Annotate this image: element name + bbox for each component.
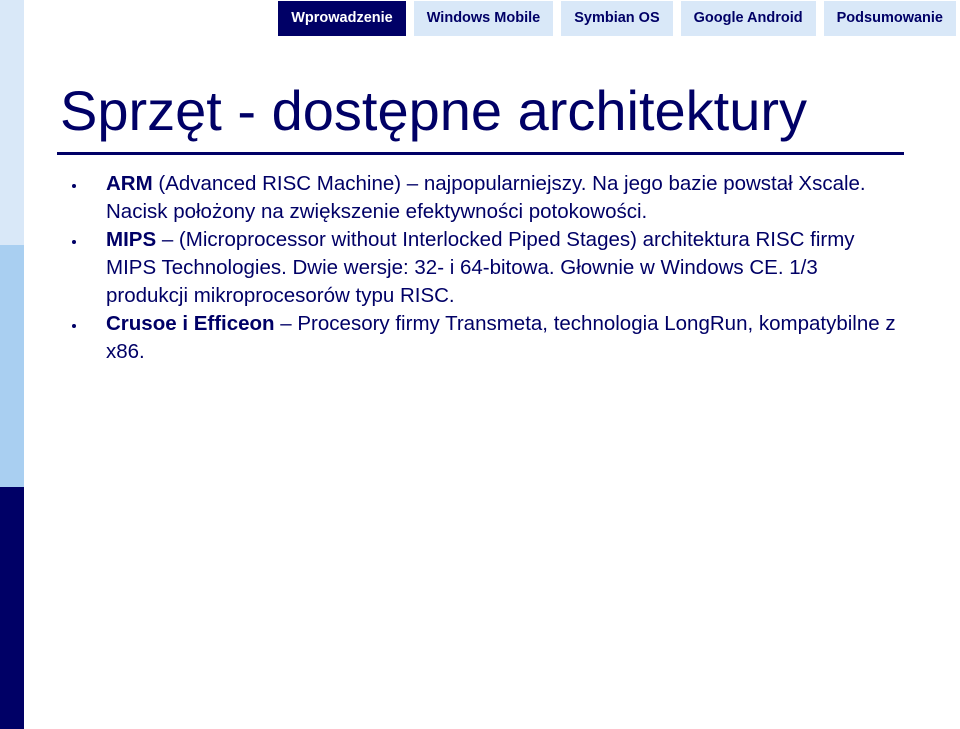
- tab-symbian-os[interactable]: Symbian OS: [561, 1, 673, 36]
- bullet-text: – (Microprocessor without Interlocked Pi…: [106, 228, 855, 307]
- tab-google-android[interactable]: Google Android: [680, 1, 816, 36]
- left-bar-mid-segment: [0, 245, 24, 487]
- left-bar-dark-segment: [0, 487, 24, 729]
- left-bar-pale-segment: [0, 0, 24, 245]
- bullet-list: ARM (Advanced RISC Machine) – najpopular…: [72, 170, 896, 366]
- tab-windows-mobile[interactable]: Windows Mobile: [413, 1, 554, 36]
- title-underline: [57, 152, 904, 155]
- tab-podsumowanie[interactable]: Podsumowanie: [823, 1, 956, 36]
- bullet-crusoe: Crusoe i Efficeon – Procesory firmy Tran…: [72, 310, 896, 366]
- section-nav: Wprowadzenie Windows Mobile Symbian OS G…: [278, 1, 956, 36]
- tab-wprowadzenie[interactable]: Wprowadzenie: [278, 1, 406, 36]
- bullet-term: ARM: [106, 172, 153, 195]
- bullet-term: MIPS: [106, 228, 157, 251]
- bullet-text: (Advanced RISC Machine) – najpopularniej…: [106, 172, 866, 223]
- bullet-mips: MIPS – (Microprocessor without Interlock…: [72, 226, 896, 310]
- bullet-arm: ARM (Advanced RISC Machine) – najpopular…: [72, 170, 896, 226]
- bullet-term: Crusoe i Efficeon: [106, 312, 275, 335]
- slide-title: Sprzęt - dostępne architektury: [60, 79, 808, 142]
